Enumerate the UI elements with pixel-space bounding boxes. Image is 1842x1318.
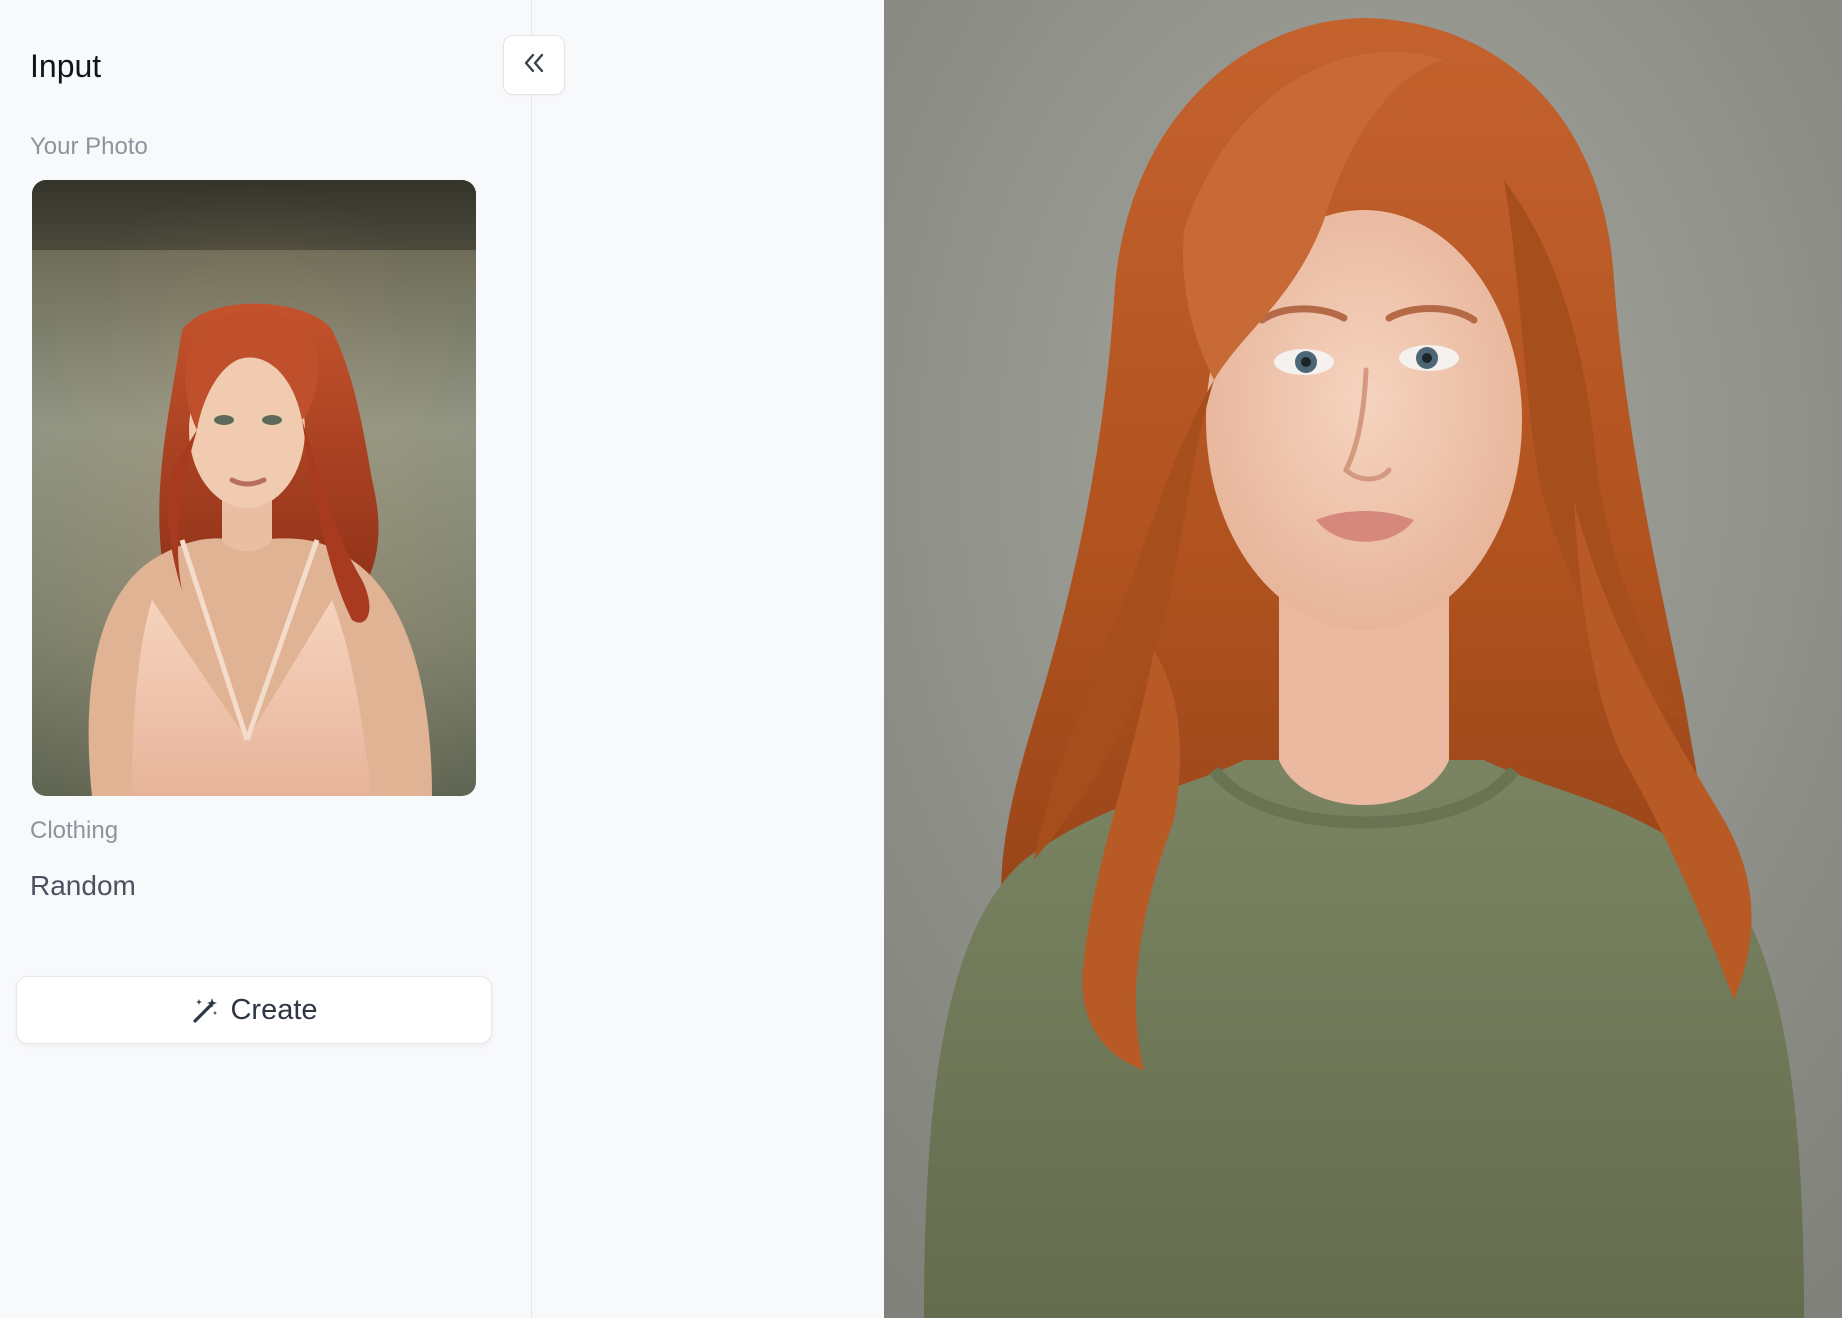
- your-photo-label: Your Photo: [30, 133, 148, 160]
- clothing-select[interactable]: Random: [30, 870, 136, 902]
- generated-image: [884, 0, 1842, 1318]
- collapse-panel-button[interactable]: [503, 35, 565, 95]
- portrait-result-image: [884, 0, 1842, 1318]
- double-chevron-left-icon: [521, 50, 547, 81]
- photo-thumbnail-image: [32, 180, 476, 796]
- create-button[interactable]: Create: [16, 976, 492, 1044]
- uploaded-photo[interactable]: [32, 180, 476, 796]
- create-button-label: Create: [230, 993, 318, 1026]
- input-panel: Input Your Photo Clothing Random Create: [0, 0, 532, 1318]
- clothing-label: Clothing: [30, 817, 119, 844]
- app-root: Input Your Photo Clothing Random Create: [0, 0, 1842, 1318]
- magic-wand-icon: [190, 995, 220, 1025]
- panel-title: Input: [30, 48, 102, 84]
